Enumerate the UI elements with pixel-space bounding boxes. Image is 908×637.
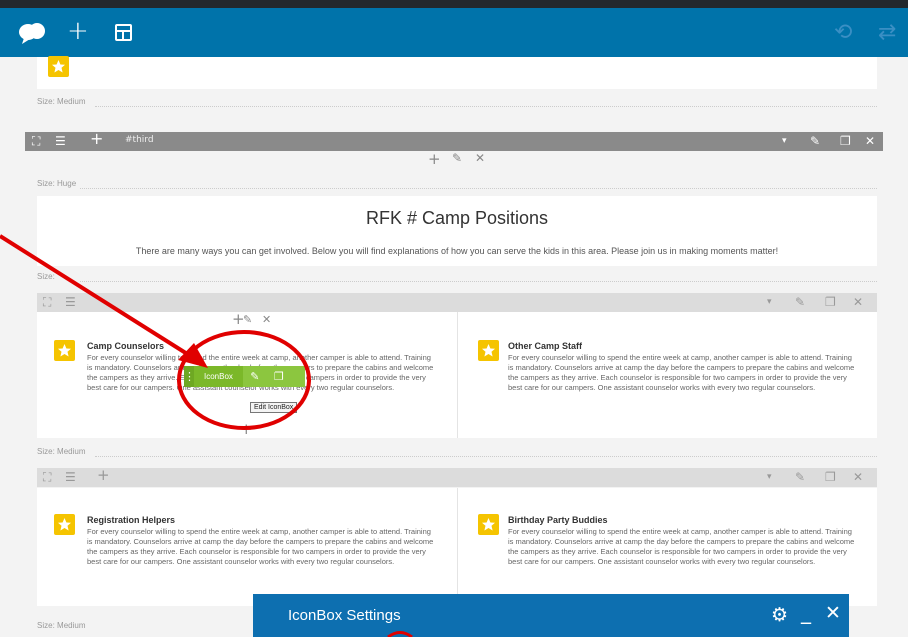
star-icon <box>478 340 499 361</box>
column-divider <box>457 488 458 594</box>
edit-tooltip: Edit IconBox <box>250 402 298 413</box>
row-edit-icon[interactable]: ✎ <box>810 134 820 148</box>
iconbox-label[interactable]: IconBox <box>194 366 243 387</box>
iconbox-toolbar[interactable]: ⋮ IconBox ✎ ❐ <box>184 366 305 387</box>
row-menu-icon[interactable]: ▾ <box>767 295 772 309</box>
column-divider <box>457 312 458 438</box>
size-label: Size: Huge <box>37 179 77 188</box>
iconbox-title: Other Camp Staff <box>508 341 583 351</box>
size-label: Size: Medium <box>37 97 86 106</box>
row-close-icon[interactable]: ✕ <box>853 295 863 309</box>
redo-icon[interactable]: ⇄ <box>878 20 896 45</box>
builder-toolbar: + ⟲ ⇄ <box>0 8 908 57</box>
row-name: #third <box>125 135 154 145</box>
columns-icon[interactable]: ☰ <box>65 470 76 484</box>
star-icon <box>54 340 75 361</box>
section-add-icon[interactable]: + <box>428 150 441 168</box>
iconbox-title: Birthday Party Buddies <box>508 515 608 525</box>
row-close-icon[interactable]: ✕ <box>865 134 875 148</box>
heading: RFK # Camp Positions <box>37 208 877 229</box>
iconbox-text: For every counselor willing to spend the… <box>508 527 855 566</box>
size-dots <box>80 272 877 282</box>
row-close-icon[interactable]: ✕ <box>853 470 863 484</box>
undo-icon[interactable]: ⟲ <box>834 20 852 45</box>
page-subtitle: There are many ways you can get involved… <box>135 246 779 256</box>
iconbox-title: Camp Counselors <box>87 341 165 351</box>
row-edit-icon[interactable]: ✎ <box>795 470 805 484</box>
add-row-icon[interactable]: + <box>97 468 110 483</box>
expand-icon[interactable]: ⛶ <box>32 134 40 148</box>
add-row-icon[interactable]: + <box>90 131 103 147</box>
row-bar-2[interactable]: ⛶ ☰ + ▾ ✎ ❐ ✕ <box>37 468 877 487</box>
column-close-icon[interactable]: ✕ <box>262 313 271 326</box>
section-close-icon[interactable]: ✕ <box>475 151 485 165</box>
iconbox-settings-panel[interactable]: IconBox Settings ⚙ _ ✕ <box>253 594 849 637</box>
clone-iconbox-button[interactable]: ❐ <box>266 366 291 387</box>
column-add-below-icon[interactable]: + <box>240 420 253 438</box>
columns-icon[interactable]: ☰ <box>55 134 66 148</box>
minimize-icon[interactable]: _ <box>801 600 811 624</box>
close-icon[interactable]: ✕ <box>825 602 841 624</box>
size-label: Size: Medium <box>37 621 86 630</box>
row-clone-icon[interactable]: ❐ <box>825 295 836 309</box>
size-label: Size: Medium <box>37 447 86 456</box>
heading-subtitle-wrap: There are many ways you can get involved… <box>37 246 877 256</box>
iconbox-title: Registration Helpers <box>87 515 176 525</box>
row-clone-icon[interactable]: ❐ <box>840 134 851 148</box>
iconbox-text: For every counselor willing to spend the… <box>508 353 855 392</box>
expand-icon[interactable]: ⛶ <box>43 470 51 484</box>
row-edit-icon[interactable]: ✎ <box>795 295 805 309</box>
page-title: RFK # Camp Positions <box>365 208 549 228</box>
size-dots <box>95 447 877 457</box>
layout-icon[interactable] <box>115 24 132 41</box>
star-icon <box>478 514 499 535</box>
columns-icon[interactable]: ☰ <box>65 295 76 309</box>
size-label: Size: <box>37 272 55 281</box>
size-dots <box>80 179 877 189</box>
row-bar-third[interactable]: ⛶ ☰ + #third ▾ ✎ ❐ ✕ <box>25 131 883 151</box>
window-title-strip <box>0 0 908 8</box>
row-menu-icon[interactable]: ▾ <box>767 470 772 484</box>
size-dots <box>95 97 877 107</box>
star-icon <box>54 514 75 535</box>
delete-iconbox-button[interactable] <box>290 366 305 387</box>
add-element-button[interactable]: + <box>67 18 89 44</box>
iconbox-text: For every counselor willing to spend the… <box>87 527 434 566</box>
edit-iconbox-button[interactable]: ✎ <box>242 366 267 387</box>
settings-title: IconBox Settings <box>288 607 401 624</box>
row-menu-icon[interactable]: ▾ <box>782 134 787 148</box>
gear-icon[interactable]: ⚙ <box>771 604 788 626</box>
row-clone-icon[interactable]: ❐ <box>825 470 836 484</box>
star-icon <box>48 56 69 77</box>
cloud-logo-icon[interactable] <box>18 21 46 45</box>
drag-handle-icon[interactable]: ⋮ <box>184 366 195 387</box>
row-bar-1[interactable]: ⛶ ☰ ▾ ✎ ❐ ✕ <box>37 293 877 312</box>
section-edit-icon[interactable]: ✎ <box>452 151 462 165</box>
column-edit-icon[interactable]: ✎ <box>243 313 252 326</box>
top-content-block <box>37 57 877 89</box>
expand-icon[interactable]: ⛶ <box>43 295 51 309</box>
